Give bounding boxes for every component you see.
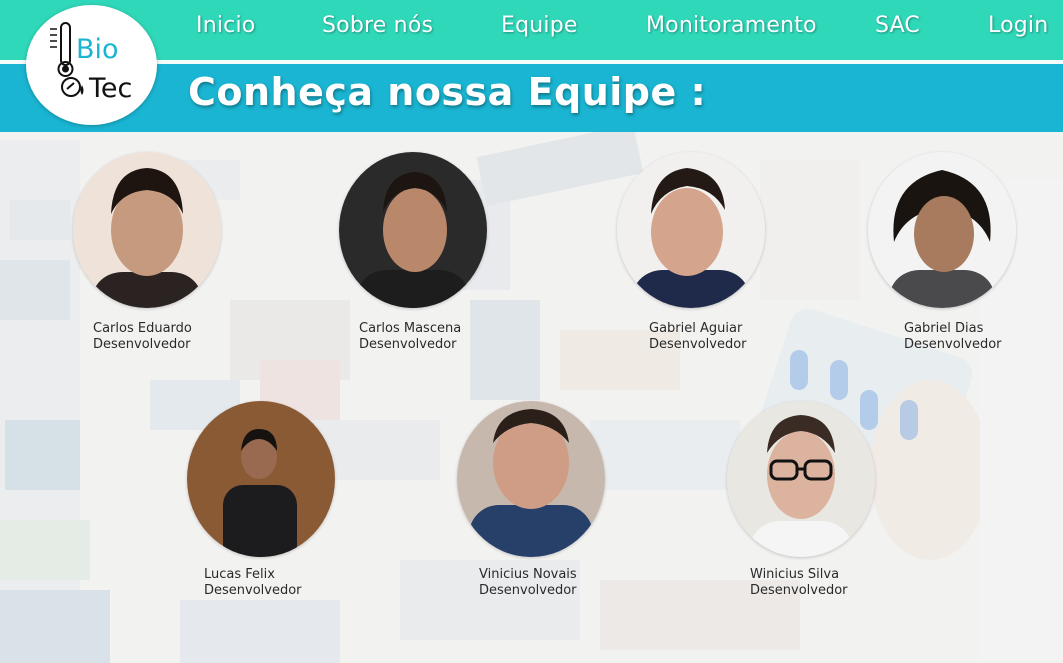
member-photo	[73, 152, 221, 308]
member-role: Desenvolvedor	[904, 337, 1002, 352]
member-name: Gabriel Aguiar	[649, 321, 743, 336]
member-photo	[187, 401, 335, 557]
nav-login[interactable]: Login	[988, 13, 1048, 38]
member-name: Gabriel Dias	[904, 321, 984, 336]
biotec-logo[interactable]: Bio Tec	[26, 5, 157, 125]
member-role: Desenvolvedor	[93, 337, 191, 352]
member-role: Desenvolvedor	[204, 583, 302, 598]
member-name: Carlos Eduardo	[93, 321, 192, 336]
member-name: Winicius Silva	[750, 567, 840, 582]
thermometer-icon	[50, 22, 74, 77]
logo-text-bio: Bio	[76, 34, 119, 65]
member-role: Desenvolvedor	[479, 583, 577, 598]
main-nav: Inicio Sobre nós Equipe Monitoramento SA…	[0, 0, 1063, 60]
nav-inicio[interactable]: Inicio	[196, 13, 255, 38]
member-role: Desenvolvedor	[649, 337, 747, 352]
page-title: Conheça nossa Equipe :	[188, 70, 707, 114]
member-name: Vinicius Novais	[479, 567, 577, 582]
member-photo	[727, 401, 875, 557]
member-photo	[457, 401, 605, 557]
member-role: Desenvolvedor	[359, 337, 457, 352]
member-photo	[339, 152, 487, 308]
member-name: Carlos Mascena	[359, 321, 462, 336]
member-name: Lucas Felix	[204, 567, 275, 582]
member-photo	[617, 152, 765, 308]
gauge-icon	[61, 77, 84, 97]
member-photo	[868, 152, 1016, 308]
logo-text-tec: Tec	[88, 73, 132, 104]
member-role: Desenvolvedor	[750, 583, 848, 598]
nav-sac[interactable]: SAC	[875, 13, 920, 38]
nav-sobre-nos[interactable]: Sobre nós	[322, 13, 433, 38]
nav-equipe[interactable]: Equipe	[501, 13, 578, 38]
nav-monitoramento[interactable]: Monitoramento	[646, 13, 817, 38]
